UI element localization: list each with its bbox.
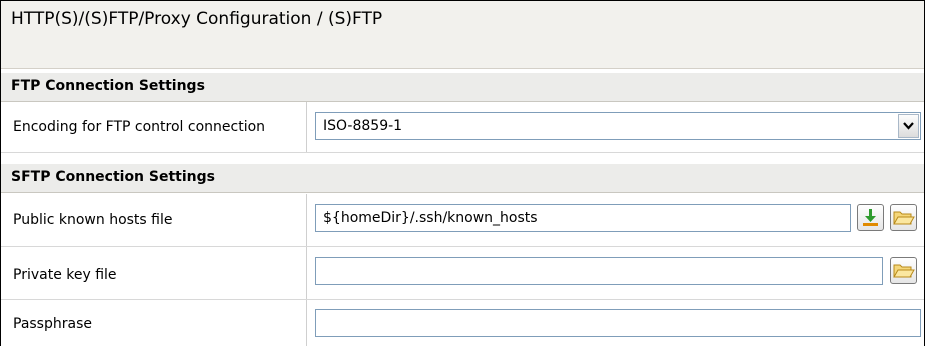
browse-known-hosts-button[interactable] [890, 204, 917, 231]
private-key-row: Private key file [1, 247, 924, 300]
page-title: HTTP(S)/(S)FTP/Proxy Configuration / (S)… [11, 9, 383, 29]
passphrase-input[interactable] [315, 309, 921, 337]
download-icon [863, 209, 878, 226]
row-divider [306, 194, 307, 246]
folder-open-icon [893, 211, 915, 225]
sftp-section-header: SFTP Connection Settings [1, 164, 924, 193]
chevron-down-icon [903, 122, 914, 130]
known-hosts-input[interactable]: ${homeDir}/.ssh/known_hosts [315, 204, 851, 232]
preferences-panel: HTTP(S)/(S)FTP/Proxy Configuration / (S)… [0, 0, 925, 346]
ftp-section-heading: FTP Connection Settings [11, 78, 205, 94]
row-divider [306, 102, 307, 152]
encoding-row: Encoding for FTP control connection ISO-… [1, 102, 924, 153]
row-divider [306, 300, 307, 346]
passphrase-label: Passphrase [13, 316, 92, 332]
encoding-select[interactable]: ISO-8859-1 [315, 112, 921, 140]
row-divider [306, 247, 307, 299]
known-hosts-label: Public known hosts file [13, 212, 173, 228]
private-key-input[interactable] [315, 257, 883, 285]
sftp-section-heading: SFTP Connection Settings [11, 169, 215, 185]
passphrase-row: Passphrase [1, 300, 924, 346]
folder-open-icon [893, 264, 915, 278]
encoding-select-value: ISO-8859-1 [323, 118, 403, 134]
encoding-dropdown-button[interactable] [898, 114, 919, 138]
private-key-label: Private key file [13, 267, 117, 283]
page-header: HTTP(S)/(S)FTP/Proxy Configuration / (S)… [1, 1, 924, 69]
encoding-label: Encoding for FTP control connection [13, 119, 266, 135]
ftp-section-header: FTP Connection Settings [1, 73, 924, 102]
download-known-hosts-button[interactable] [857, 204, 884, 231]
known-hosts-row: Public known hosts file ${homeDir}/.ssh/… [1, 194, 924, 247]
browse-private-key-button[interactable] [890, 257, 917, 284]
known-hosts-input-value: ${homeDir}/.ssh/known_hosts [323, 210, 538, 226]
